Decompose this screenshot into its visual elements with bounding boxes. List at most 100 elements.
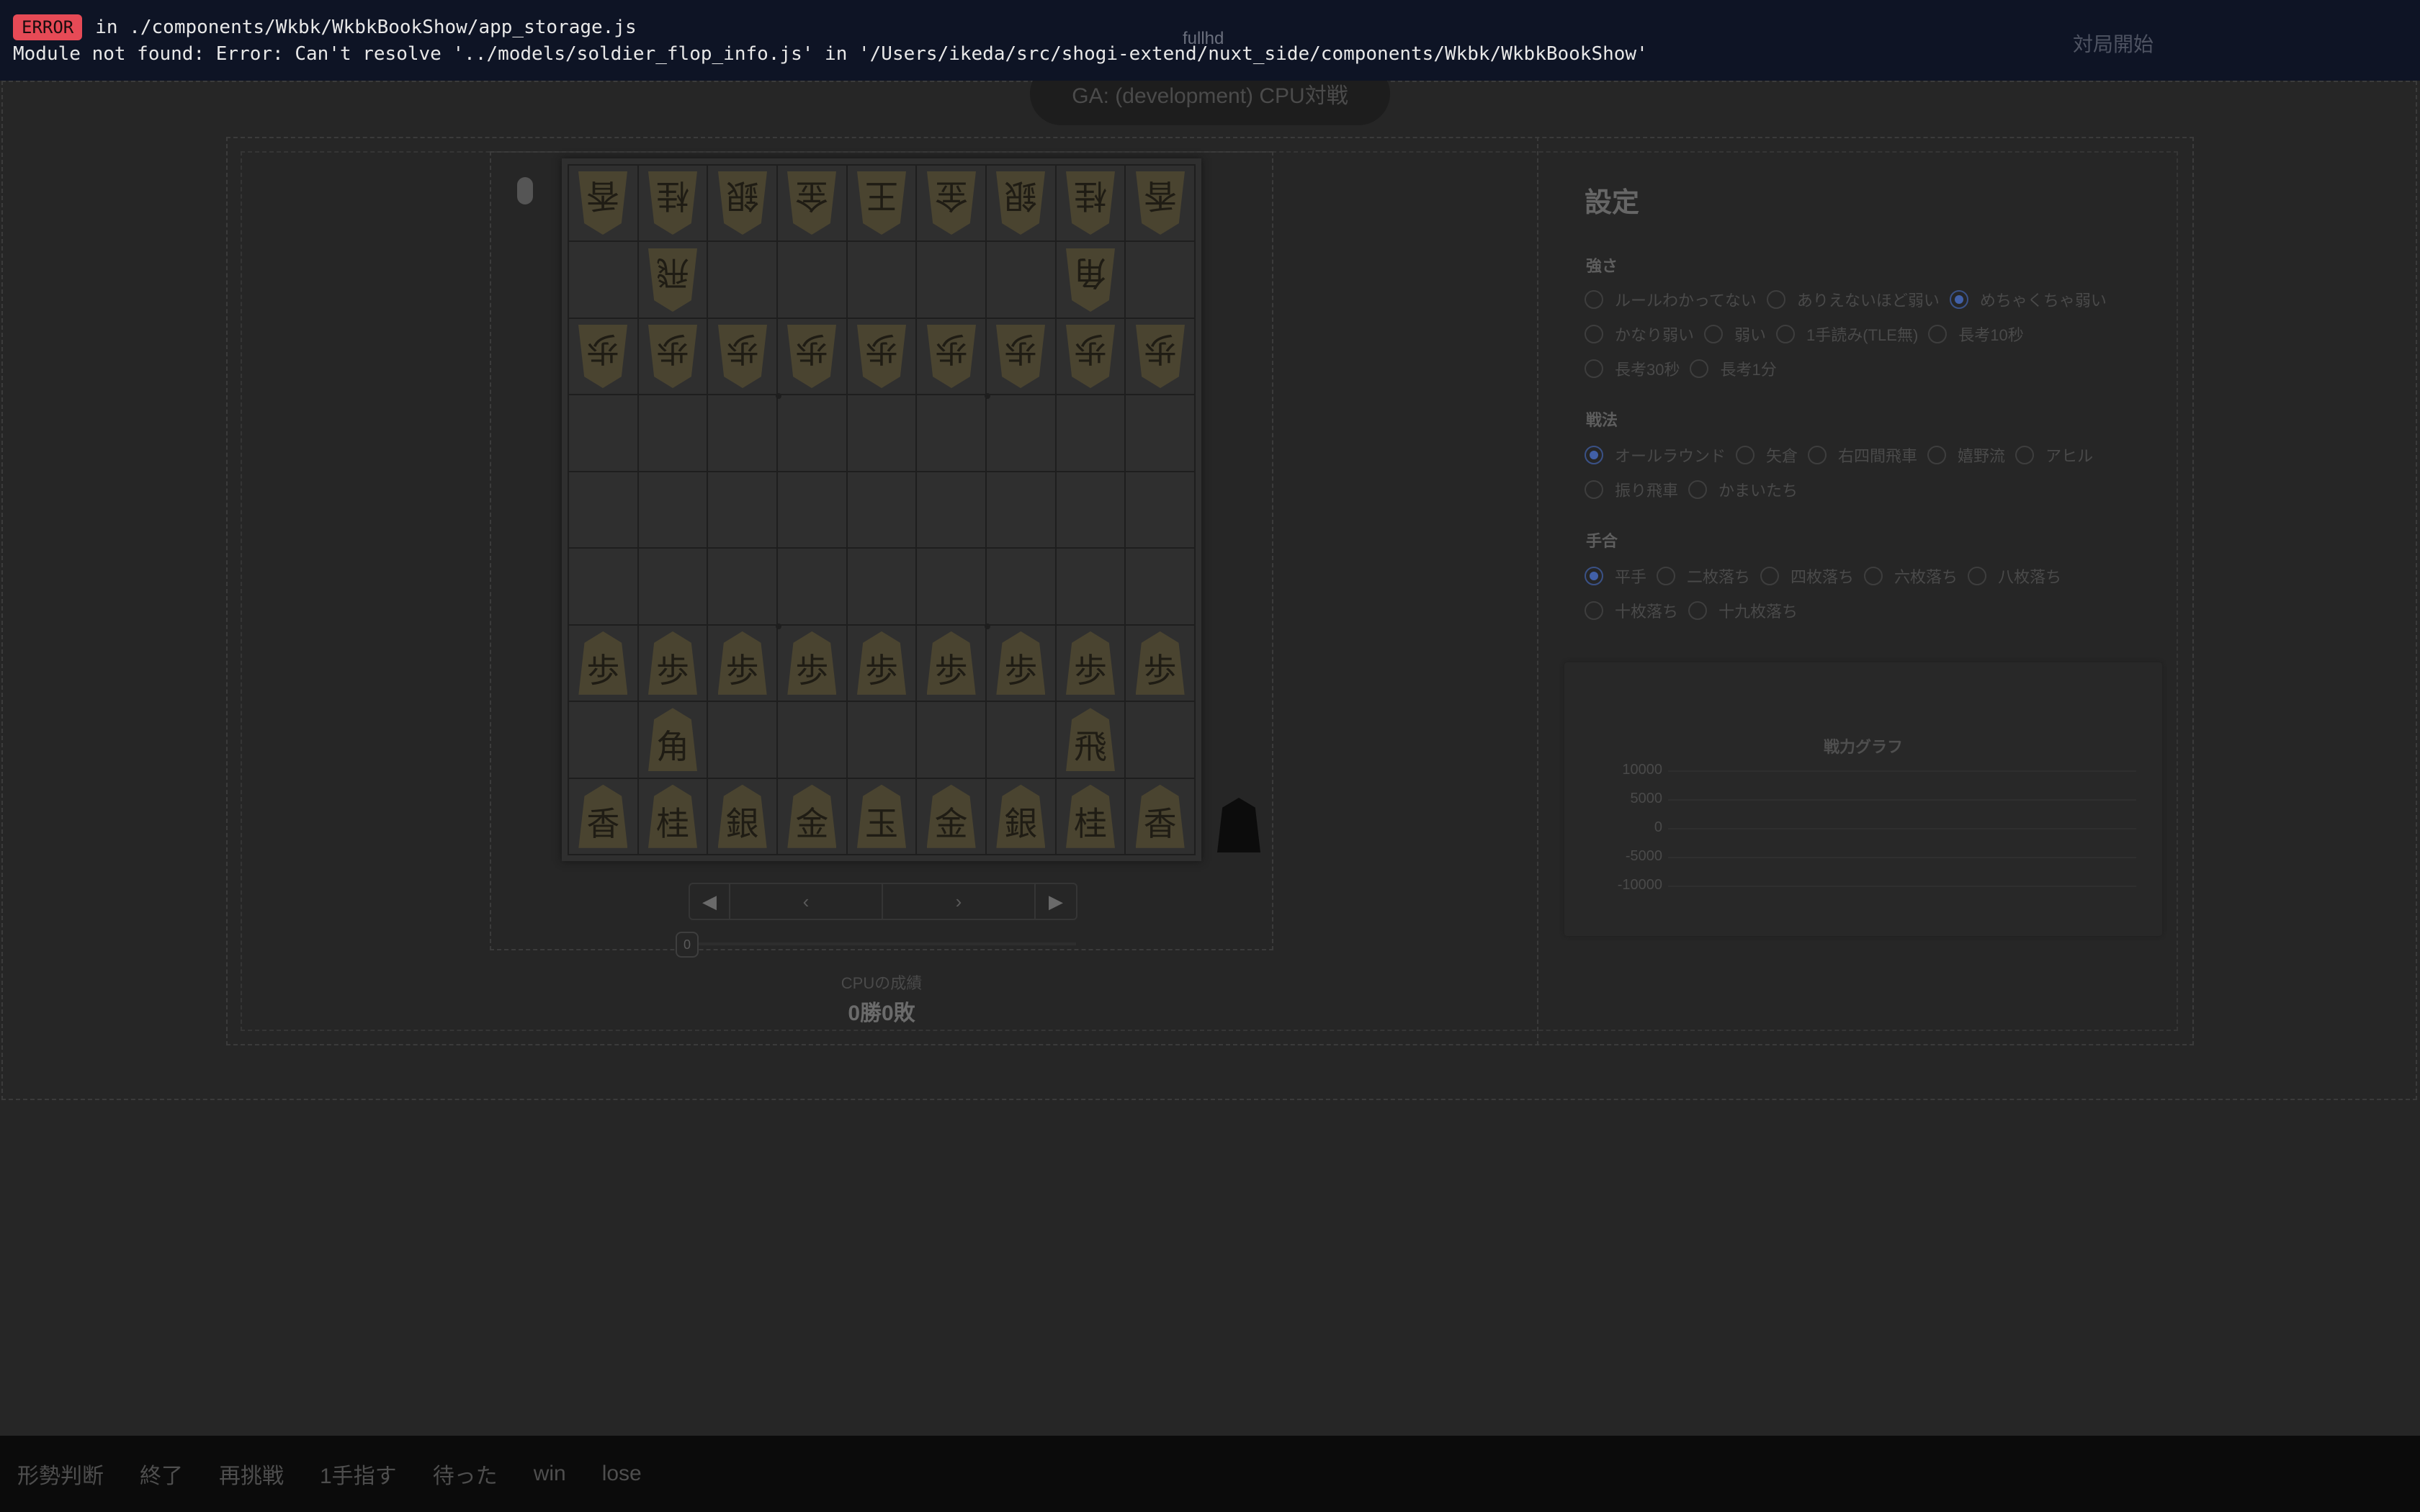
handicap-option[interactable]: 八枚落ち [1968,564,2061,588]
shogi-piece[interactable]: 銀 [718,171,767,235]
board-square[interactable] [847,242,918,319]
shogi-piece[interactable]: 歩 [648,325,697,388]
debug-action-button[interactable]: 再挑戦 [219,1458,284,1490]
board-square[interactable] [708,472,778,549]
board-square[interactable]: 金 [917,778,987,855]
radio-button-icon[interactable] [1585,359,1603,378]
shogi-piece[interactable]: 銀 [996,171,1045,235]
board-square[interactable] [1126,702,1196,779]
board-square[interactable] [569,549,639,626]
handicap-option[interactable]: 十枚落ち [1585,599,1678,622]
strength-option[interactable]: 1手読み(TLE無) [1776,323,1918,346]
shogi-piece[interactable]: 角 [647,708,697,772]
radio-button-icon[interactable] [1928,325,1948,343]
board-square[interactable]: 歩 [569,625,639,703]
move-slider-track[interactable] [687,942,1076,945]
strength-option[interactable]: 長考10秒 [1928,323,2024,346]
radio-button-icon[interactable] [1585,601,1603,620]
handicap-option[interactable]: 十九枚落ち [1688,599,1798,622]
board-square[interactable] [1056,472,1126,549]
handicap-option[interactable]: 四枚落ち [1760,564,1854,588]
board-square[interactable] [847,395,918,472]
board-square[interactable]: 銀 [986,778,1057,855]
board-square[interactable] [708,242,778,319]
handicap-option[interactable]: 二枚落ち [1657,564,1750,588]
shogi-piece[interactable]: 歩 [857,325,906,388]
board-square[interactable] [1126,242,1196,319]
board-square[interactable]: 歩 [847,318,918,396]
board-square[interactable] [569,472,639,549]
shogi-piece[interactable]: 歩 [996,325,1045,388]
shogi-piece[interactable]: 歩 [647,631,697,695]
radio-button-icon[interactable] [1585,290,1603,309]
board-square[interactable] [638,549,709,626]
board-square[interactable]: 銀 [986,166,1057,243]
shogi-piece[interactable]: 歩 [1136,325,1185,388]
radio-button-icon[interactable] [1927,446,1947,464]
board-square[interactable] [917,472,987,549]
radio-button-icon[interactable] [1808,446,1827,464]
strength-option[interactable]: めちゃくちゃ弱い [1949,288,2107,311]
shogi-piece[interactable]: 歩 [578,325,627,388]
debug-action-button[interactable]: 終了 [140,1458,183,1490]
board-square[interactable]: 歩 [986,318,1057,396]
board-square[interactable] [708,395,778,472]
board-square[interactable]: 銀 [708,778,778,855]
shogi-piece[interactable]: 香 [578,784,628,848]
board-square[interactable]: 歩 [917,625,987,703]
shogi-piece[interactable]: 香 [578,171,627,235]
board-square[interactable]: 飛 [638,242,709,319]
shogi-piece[interactable]: 歩 [717,631,767,695]
shogi-piece[interactable]: 歩 [787,631,837,695]
board-square[interactable] [1126,395,1196,472]
strategy-option[interactable]: 矢倉 [1736,444,1798,467]
shogi-board[interactable]: 香桂銀金王金銀桂香飛角歩歩歩歩歩歩歩歩歩歩歩歩歩歩歩歩歩歩角飛香桂銀金玉金銀桂香 [562,158,1201,861]
board-square[interactable]: 桂 [638,778,709,855]
board-square[interactable]: 歩 [1056,318,1126,396]
shogi-piece[interactable]: 歩 [927,325,976,388]
strength-option[interactable]: 長考30秒 [1585,357,1680,380]
board-square[interactable]: 桂 [1056,166,1126,243]
shogi-piece[interactable]: 歩 [578,631,628,695]
board-square[interactable]: 歩 [569,318,639,396]
board-square[interactable] [1126,472,1196,549]
debug-action-button[interactable]: win [534,1462,566,1486]
shogi-piece[interactable]: 歩 [856,631,906,695]
board-square[interactable]: 金 [777,778,848,855]
shogi-piece[interactable]: 歩 [1066,325,1115,388]
shogi-piece[interactable]: 歩 [787,325,836,388]
board-square[interactable]: 王 [847,166,918,243]
shogi-piece[interactable]: 金 [787,784,837,848]
board-square[interactable] [569,242,639,319]
radio-button-icon[interactable] [1968,567,1987,585]
radio-button-icon[interactable] [1760,567,1780,585]
strategy-option[interactable]: アヒル [2015,444,2093,467]
board-square[interactable]: 歩 [708,625,778,703]
board-square[interactable]: 銀 [708,166,778,243]
board-square[interactable]: 桂 [1056,778,1126,855]
board-square[interactable] [638,472,709,549]
radio-button-icon[interactable] [1736,446,1755,464]
board-square[interactable] [986,702,1057,779]
first-move-button[interactable]: ◀ [690,884,730,919]
board-square[interactable] [777,549,848,626]
shogi-piece[interactable]: 歩 [926,631,976,695]
debug-action-button[interactable]: 形勢判断 [17,1458,104,1490]
strength-option[interactable]: かなり弱い [1585,323,1694,346]
board-square[interactable] [1056,395,1126,472]
board-square[interactable]: 歩 [1126,625,1196,703]
strength-option[interactable]: ありえないほど弱い [1766,288,1940,311]
board-square[interactable] [777,242,848,319]
shogi-piece[interactable]: 歩 [1065,631,1115,695]
board-square[interactable]: 歩 [638,318,709,396]
shogi-piece[interactable]: 香 [1135,784,1185,848]
board-square[interactable] [569,395,639,472]
strategy-option[interactable]: オールラウンド [1585,444,1726,467]
radio-button-icon[interactable] [1766,290,1785,309]
shogi-piece[interactable]: 銀 [717,784,767,848]
board-square[interactable] [777,702,848,779]
board-square[interactable]: 歩 [986,625,1057,703]
move-slider-handle[interactable]: 0 [676,932,699,958]
last-move-button[interactable]: ▶ [1036,884,1076,919]
strength-option[interactable]: ルールわかってない [1585,288,1757,311]
